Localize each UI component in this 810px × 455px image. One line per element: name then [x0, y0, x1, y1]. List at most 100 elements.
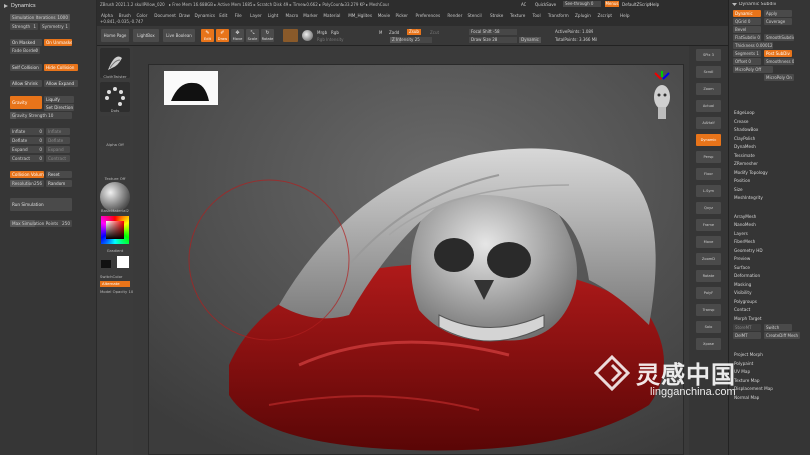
palette-edge-loop[interactable]: EdgeLoop	[734, 110, 755, 115]
collision-volume-button[interactable]: Collision Volume	[10, 171, 44, 178]
palette-fiber-mesh[interactable]: FiberMesh	[734, 239, 755, 244]
inflate-slider[interactable]: Inflate 0	[10, 128, 44, 135]
palette-position[interactable]: Position	[734, 178, 750, 183]
tool-spix-3-button[interactable]: SPix 3	[696, 49, 721, 61]
material-sphere-icon[interactable]	[302, 30, 313, 41]
menu-dynamics[interactable]: Dynamics	[194, 13, 215, 18]
secondary-color-swatch[interactable]	[117, 256, 129, 268]
max-simulation-points-slider[interactable]: Max Simulation Points 250	[10, 220, 72, 227]
qgrid-slider[interactable]: QGrid 0	[733, 18, 761, 25]
palette-uv-map[interactable]: UV Map	[734, 369, 750, 374]
palette-geometry-hd[interactable]: Geometry HD	[734, 248, 763, 253]
run-simulation-button[interactable]: Run Simulation	[10, 198, 72, 211]
tool-frame-button[interactable]: Frame	[696, 219, 721, 231]
menu-help[interactable]: Help	[620, 13, 630, 18]
focal-shift-slider[interactable]: Focal Shift -58	[469, 29, 517, 35]
draw-button[interactable]: ✐ Draw	[216, 29, 229, 42]
collapse-icon[interactable]	[732, 2, 737, 7]
hide-collision-button[interactable]: Hide Collision	[44, 64, 78, 71]
rotate-button[interactable]: ↻ Rotate	[261, 29, 274, 42]
palette-deformation[interactable]: Deformation	[734, 273, 760, 278]
menu-render[interactable]: Render	[447, 13, 462, 18]
palette-crease[interactable]: Crease	[734, 119, 748, 124]
smoothness-slider[interactable]: Smoothness 0	[764, 58, 794, 65]
lightbox-button[interactable]: LightBox	[133, 29, 159, 42]
set-direction-button[interactable]: Set Direction	[44, 104, 74, 111]
deflate-button[interactable]: Deflate	[46, 137, 70, 144]
menu-stroke[interactable]: Stroke	[490, 13, 503, 18]
menu-edit[interactable]: Edit	[219, 13, 227, 18]
strength-slider[interactable]: Strength 1	[10, 23, 38, 30]
thickness-slider[interactable]: Thickness 0.00012	[733, 42, 773, 49]
palette-nano-mesh[interactable]: NanoMesh	[734, 222, 756, 227]
menu-color[interactable]: Color	[137, 13, 148, 18]
menu-alpha[interactable]: Alpha	[101, 13, 113, 18]
menu-tool[interactable]: Tool	[533, 13, 541, 18]
allow-expand-button[interactable]: Allow Expand	[44, 80, 78, 87]
tool-transp-button[interactable]: Transp	[696, 304, 721, 316]
gravity-button[interactable]: Gravity	[10, 96, 42, 109]
tool-actual-button[interactable]: Actual	[696, 100, 721, 112]
menu-mm-hglites[interactable]: MM_Hglites	[348, 13, 372, 18]
segments-slider[interactable]: Segments 1	[733, 50, 761, 57]
gravity-strength-slider[interactable]: Gravity Strength 10	[10, 112, 72, 119]
del-mt-button[interactable]: DelMT	[733, 332, 761, 339]
liquify-button[interactable]: Liquify	[44, 96, 74, 103]
offset-slider[interactable]: Offset 0	[733, 58, 761, 65]
tool-zoom-button[interactable]: Zoom	[696, 83, 721, 95]
palette-mesh-integrity[interactable]: MeshIntegrity	[734, 195, 763, 200]
scale-button[interactable]: ⤡ Scale	[246, 29, 259, 42]
tool-move-button[interactable]: Move	[696, 236, 721, 248]
see-through-slider[interactable]: See-through 0	[563, 1, 601, 7]
flat-subdiv-slider[interactable]: FlatSubdiv 0	[733, 34, 761, 41]
tool-solo-button[interactable]: Solo	[696, 321, 721, 333]
palette-shadow-box[interactable]: ShadowBox	[734, 127, 758, 132]
menu-transform[interactable]: Transform	[548, 13, 569, 18]
rgb-intensity-slider[interactable]: Rgb Intensity	[317, 37, 344, 42]
menus-toggle[interactable]: Menus	[605, 1, 619, 7]
help-button[interactable]: Help	[650, 2, 659, 7]
brush-icon[interactable]	[283, 29, 298, 42]
menu-texture[interactable]: Texture	[510, 13, 525, 18]
dynamic-button[interactable]: Dynamic	[519, 37, 541, 43]
mrgb-button[interactable]: Mrgb	[317, 30, 327, 35]
palette-tessimate[interactable]: Tessimate	[734, 153, 755, 158]
draw-size-slider[interactable]: Draw Size 28	[469, 37, 517, 43]
coverage-slider[interactable]: Coverage	[764, 18, 792, 25]
palette-dyna-mesh[interactable]: DynaMesh	[734, 144, 756, 149]
palette-array-mesh[interactable]: ArrayMesh	[734, 214, 756, 219]
menu-zplugin[interactable]: Zplugin	[575, 13, 591, 18]
on-masked-button[interactable]: On Masked	[10, 39, 42, 46]
palette-polypaint[interactable]: Polypaint	[734, 361, 753, 366]
collapse-icon[interactable]	[3, 3, 9, 9]
menu-macro[interactable]: Macro	[286, 13, 299, 18]
menu-zscript[interactable]: Zscript	[598, 13, 613, 18]
palette-modify-topology[interactable]: Modify Topology	[734, 170, 768, 175]
menu-file[interactable]: File	[235, 13, 242, 18]
zsub-button[interactable]: Zsub	[407, 29, 421, 35]
default-zscript-button[interactable]: DefaultZScript	[622, 2, 651, 7]
menu-draw[interactable]: Draw	[179, 13, 190, 18]
move-button[interactable]: ✥ Move	[231, 29, 244, 42]
viewport-canvas[interactable]	[148, 64, 684, 455]
palette-normal-map[interactable]: Normal Map	[734, 395, 759, 400]
tool-zoomd-button[interactable]: ZoomD	[696, 253, 721, 265]
create-diff-mesh-button[interactable]: CreateDiff Mesh	[764, 332, 800, 339]
tool-polyf-button[interactable]: PolyF	[696, 287, 721, 299]
palette-surface[interactable]: Surface	[734, 265, 750, 270]
tool-rotate-button[interactable]: Rotate	[696, 270, 721, 282]
orientation-gizmo[interactable]	[647, 69, 677, 125]
post-subdiv-button[interactable]: Post SubDiv	[764, 50, 792, 57]
menu-stencil[interactable]: Stencil	[468, 13, 482, 18]
apply-button[interactable]: Apply	[764, 10, 792, 17]
palette-clay-polish[interactable]: ClayPolish	[734, 136, 755, 141]
tool-scroll-button[interactable]: Scroll	[696, 66, 721, 78]
tool-l-sym-button[interactable]: L.Sym	[696, 185, 721, 197]
palette-morph-target[interactable]: Morph Target	[734, 316, 762, 321]
menu-material[interactable]: Material	[323, 13, 340, 18]
palette-texture-map[interactable]: Texture Map	[734, 378, 760, 383]
z-intensity-slider[interactable]: Z Intensity 25	[390, 37, 432, 43]
dynamic-button[interactable]: Dynamic	[733, 10, 761, 17]
menu-picker[interactable]: Picker	[395, 13, 407, 18]
m-button[interactable]: M	[379, 30, 382, 35]
